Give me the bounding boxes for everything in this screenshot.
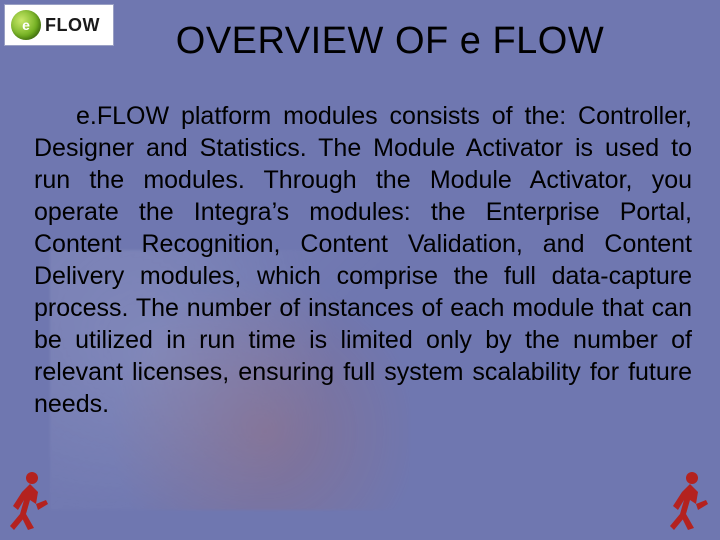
walking-person-icon	[6, 470, 52, 532]
walking-person-icon	[666, 470, 712, 532]
slide-title: OVERVIEW OF e FLOW	[0, 20, 720, 63]
slide: e FLOW OVERVIEW OF e FLOW e.FLOW platfor…	[0, 0, 720, 540]
slide-body-text: e.FLOW platform modules consists of the:…	[34, 100, 692, 420]
